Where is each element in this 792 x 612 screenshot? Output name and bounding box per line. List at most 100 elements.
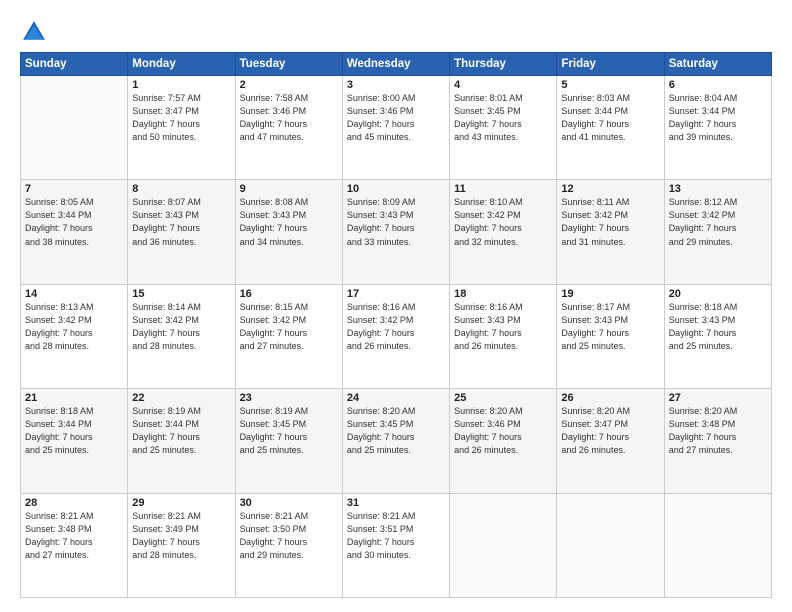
day-number: 14 xyxy=(25,288,123,300)
day-info: Sunrise: 8:20 AM Sunset: 3:47 PM Dayligh… xyxy=(561,405,659,457)
day-number: 23 xyxy=(240,392,338,404)
day-info: Sunrise: 8:20 AM Sunset: 3:46 PM Dayligh… xyxy=(454,405,552,457)
calendar-cell: 18Sunrise: 8:16 AM Sunset: 3:43 PM Dayli… xyxy=(450,284,557,388)
day-number: 1 xyxy=(132,79,230,91)
logo-icon xyxy=(20,18,48,46)
calendar-cell: 2Sunrise: 7:58 AM Sunset: 3:46 PM Daylig… xyxy=(235,76,342,180)
calendar-cell: 7Sunrise: 8:05 AM Sunset: 3:44 PM Daylig… xyxy=(21,180,128,284)
col-header-thursday: Thursday xyxy=(450,53,557,76)
calendar-cell xyxy=(21,76,128,180)
calendar-cell: 8Sunrise: 8:07 AM Sunset: 3:43 PM Daylig… xyxy=(128,180,235,284)
day-number: 21 xyxy=(25,392,123,404)
day-info: Sunrise: 8:15 AM Sunset: 3:42 PM Dayligh… xyxy=(240,301,338,353)
calendar-cell: 12Sunrise: 8:11 AM Sunset: 3:42 PM Dayli… xyxy=(557,180,664,284)
calendar-cell: 11Sunrise: 8:10 AM Sunset: 3:42 PM Dayli… xyxy=(450,180,557,284)
calendar-table: SundayMondayTuesdayWednesdayThursdayFrid… xyxy=(20,52,772,598)
day-number: 9 xyxy=(240,183,338,195)
col-header-wednesday: Wednesday xyxy=(342,53,449,76)
calendar-cell: 15Sunrise: 8:14 AM Sunset: 3:42 PM Dayli… xyxy=(128,284,235,388)
calendar-cell: 23Sunrise: 8:19 AM Sunset: 3:45 PM Dayli… xyxy=(235,389,342,493)
day-info: Sunrise: 8:20 AM Sunset: 3:48 PM Dayligh… xyxy=(669,405,767,457)
calendar-cell: 25Sunrise: 8:20 AM Sunset: 3:46 PM Dayli… xyxy=(450,389,557,493)
calendar-cell: 20Sunrise: 8:18 AM Sunset: 3:43 PM Dayli… xyxy=(664,284,771,388)
day-number: 31 xyxy=(347,497,445,509)
day-info: Sunrise: 8:21 AM Sunset: 3:51 PM Dayligh… xyxy=(347,510,445,562)
day-info: Sunrise: 8:08 AM Sunset: 3:43 PM Dayligh… xyxy=(240,196,338,248)
calendar-cell: 3Sunrise: 8:00 AM Sunset: 3:46 PM Daylig… xyxy=(342,76,449,180)
day-number: 3 xyxy=(347,79,445,91)
day-number: 12 xyxy=(561,183,659,195)
day-number: 19 xyxy=(561,288,659,300)
day-info: Sunrise: 8:21 AM Sunset: 3:49 PM Dayligh… xyxy=(132,510,230,562)
calendar-cell: 28Sunrise: 8:21 AM Sunset: 3:48 PM Dayli… xyxy=(21,493,128,597)
calendar-cell: 10Sunrise: 8:09 AM Sunset: 3:43 PM Dayli… xyxy=(342,180,449,284)
calendar-cell: 1Sunrise: 7:57 AM Sunset: 3:47 PM Daylig… xyxy=(128,76,235,180)
calendar-header-row: SundayMondayTuesdayWednesdayThursdayFrid… xyxy=(21,53,772,76)
calendar-cell: 31Sunrise: 8:21 AM Sunset: 3:51 PM Dayli… xyxy=(342,493,449,597)
day-number: 5 xyxy=(561,79,659,91)
calendar-week-5: 28Sunrise: 8:21 AM Sunset: 3:48 PM Dayli… xyxy=(21,493,772,597)
day-info: Sunrise: 8:18 AM Sunset: 3:44 PM Dayligh… xyxy=(25,405,123,457)
calendar-cell: 26Sunrise: 8:20 AM Sunset: 3:47 PM Dayli… xyxy=(557,389,664,493)
calendar-cell: 19Sunrise: 8:17 AM Sunset: 3:43 PM Dayli… xyxy=(557,284,664,388)
day-info: Sunrise: 7:57 AM Sunset: 3:47 PM Dayligh… xyxy=(132,92,230,144)
day-number: 28 xyxy=(25,497,123,509)
calendar-cell: 4Sunrise: 8:01 AM Sunset: 3:45 PM Daylig… xyxy=(450,76,557,180)
day-info: Sunrise: 8:03 AM Sunset: 3:44 PM Dayligh… xyxy=(561,92,659,144)
day-info: Sunrise: 8:11 AM Sunset: 3:42 PM Dayligh… xyxy=(561,196,659,248)
day-info: Sunrise: 8:14 AM Sunset: 3:42 PM Dayligh… xyxy=(132,301,230,353)
calendar-cell: 27Sunrise: 8:20 AM Sunset: 3:48 PM Dayli… xyxy=(664,389,771,493)
day-number: 2 xyxy=(240,79,338,91)
calendar-cell: 21Sunrise: 8:18 AM Sunset: 3:44 PM Dayli… xyxy=(21,389,128,493)
day-number: 22 xyxy=(132,392,230,404)
day-info: Sunrise: 8:09 AM Sunset: 3:43 PM Dayligh… xyxy=(347,196,445,248)
day-info: Sunrise: 8:17 AM Sunset: 3:43 PM Dayligh… xyxy=(561,301,659,353)
col-header-sunday: Sunday xyxy=(21,53,128,76)
day-number: 15 xyxy=(132,288,230,300)
col-header-monday: Monday xyxy=(128,53,235,76)
calendar-week-4: 21Sunrise: 8:18 AM Sunset: 3:44 PM Dayli… xyxy=(21,389,772,493)
calendar-cell: 5Sunrise: 8:03 AM Sunset: 3:44 PM Daylig… xyxy=(557,76,664,180)
day-number: 30 xyxy=(240,497,338,509)
day-info: Sunrise: 8:21 AM Sunset: 3:48 PM Dayligh… xyxy=(25,510,123,562)
page: SundayMondayTuesdayWednesdayThursdayFrid… xyxy=(0,0,792,612)
calendar-cell: 17Sunrise: 8:16 AM Sunset: 3:42 PM Dayli… xyxy=(342,284,449,388)
calendar-cell: 14Sunrise: 8:13 AM Sunset: 3:42 PM Dayli… xyxy=(21,284,128,388)
day-number: 20 xyxy=(669,288,767,300)
calendar-cell xyxy=(664,493,771,597)
calendar-cell: 30Sunrise: 8:21 AM Sunset: 3:50 PM Dayli… xyxy=(235,493,342,597)
day-info: Sunrise: 8:00 AM Sunset: 3:46 PM Dayligh… xyxy=(347,92,445,144)
calendar-cell: 9Sunrise: 8:08 AM Sunset: 3:43 PM Daylig… xyxy=(235,180,342,284)
day-number: 24 xyxy=(347,392,445,404)
logo xyxy=(20,18,52,46)
calendar-cell: 22Sunrise: 8:19 AM Sunset: 3:44 PM Dayli… xyxy=(128,389,235,493)
calendar-cell xyxy=(450,493,557,597)
day-number: 11 xyxy=(454,183,552,195)
day-number: 25 xyxy=(454,392,552,404)
calendar-cell: 6Sunrise: 8:04 AM Sunset: 3:44 PM Daylig… xyxy=(664,76,771,180)
calendar-cell xyxy=(557,493,664,597)
day-number: 4 xyxy=(454,79,552,91)
day-info: Sunrise: 7:58 AM Sunset: 3:46 PM Dayligh… xyxy=(240,92,338,144)
day-number: 16 xyxy=(240,288,338,300)
day-number: 26 xyxy=(561,392,659,404)
day-info: Sunrise: 8:10 AM Sunset: 3:42 PM Dayligh… xyxy=(454,196,552,248)
day-info: Sunrise: 8:07 AM Sunset: 3:43 PM Dayligh… xyxy=(132,196,230,248)
day-number: 18 xyxy=(454,288,552,300)
day-info: Sunrise: 8:05 AM Sunset: 3:44 PM Dayligh… xyxy=(25,196,123,248)
day-info: Sunrise: 8:12 AM Sunset: 3:42 PM Dayligh… xyxy=(669,196,767,248)
day-info: Sunrise: 8:16 AM Sunset: 3:43 PM Dayligh… xyxy=(454,301,552,353)
header xyxy=(20,18,772,46)
day-number: 17 xyxy=(347,288,445,300)
day-number: 27 xyxy=(669,392,767,404)
col-header-tuesday: Tuesday xyxy=(235,53,342,76)
calendar-cell: 24Sunrise: 8:20 AM Sunset: 3:45 PM Dayli… xyxy=(342,389,449,493)
day-info: Sunrise: 8:04 AM Sunset: 3:44 PM Dayligh… xyxy=(669,92,767,144)
calendar-cell: 13Sunrise: 8:12 AM Sunset: 3:42 PM Dayli… xyxy=(664,180,771,284)
day-number: 29 xyxy=(132,497,230,509)
day-info: Sunrise: 8:18 AM Sunset: 3:43 PM Dayligh… xyxy=(669,301,767,353)
calendar-week-3: 14Sunrise: 8:13 AM Sunset: 3:42 PM Dayli… xyxy=(21,284,772,388)
day-number: 7 xyxy=(25,183,123,195)
day-info: Sunrise: 8:13 AM Sunset: 3:42 PM Dayligh… xyxy=(25,301,123,353)
calendar-week-2: 7Sunrise: 8:05 AM Sunset: 3:44 PM Daylig… xyxy=(21,180,772,284)
